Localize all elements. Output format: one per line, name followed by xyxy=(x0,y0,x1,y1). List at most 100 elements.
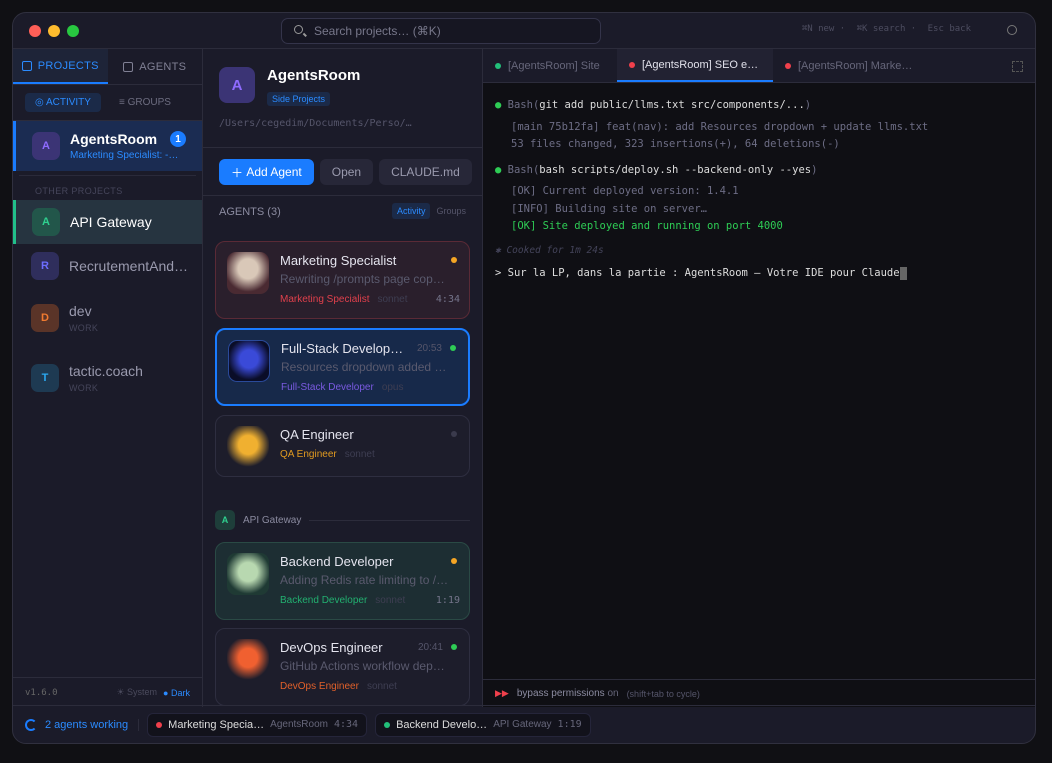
agent-name: DevOps Engineer xyxy=(280,640,383,655)
tab-label: [AgentsRoom] Marke… xyxy=(798,59,913,72)
running-agent-chip[interactable]: Marketing Specia… AgentsRoom 4:34 xyxy=(147,712,368,737)
agent-card[interactable]: QA Engineer QA Engineer sonnet xyxy=(215,415,470,477)
tab-projects[interactable]: PROJECTS xyxy=(13,49,108,84)
view-activity-toggle[interactable]: Activity xyxy=(391,203,431,219)
agent-role: Backend Developer xyxy=(280,595,368,606)
agent-timestamp: 20:41 xyxy=(417,642,443,653)
output-line: [INFO] Building site on server… xyxy=(511,202,707,215)
terminal-tab-active[interactable]: [AgentsRoom] SEO e… xyxy=(617,49,773,82)
agent-task: Adding Redis rate limiting to /… xyxy=(280,573,449,587)
project-name: dev xyxy=(69,303,92,319)
output-line: [OK] Current deployed version: 1.4.1 xyxy=(511,185,739,197)
agents-count-label: AGENTS (3) xyxy=(219,206,281,218)
agent-card[interactable]: Backend Developer Adding Redis rate limi… xyxy=(215,542,470,620)
search-icon xyxy=(294,25,303,34)
titlebar: Search projects… (⌘K) ⌘N new · ⌘K search… xyxy=(13,13,1035,49)
shortcut-hints: ⌘N new · ⌘K search · Esc back xyxy=(801,24,971,34)
agent-task: Resources dropdown added … xyxy=(281,360,447,374)
fast-forward-icon: ▶▶ xyxy=(495,688,509,698)
chip-time: 4:34 xyxy=(333,719,359,730)
subtab-label: GROUPS xyxy=(127,97,171,108)
running-agent-chip[interactable]: Backend Develo… API Gateway 1:19 xyxy=(375,712,591,737)
project-avatar: R xyxy=(31,252,59,280)
section-label: OTHER PROJECTS xyxy=(19,175,196,200)
status-dot xyxy=(451,257,457,263)
agent-name: QA Engineer xyxy=(280,427,354,442)
open-button[interactable]: Open xyxy=(319,159,374,185)
view-groups-toggle[interactable]: Groups xyxy=(436,203,466,219)
theme-dark[interactable]: ● Dark xyxy=(163,688,190,698)
version-label: v1.6.0 xyxy=(25,687,58,698)
output-line-success: [OK] Site deployed and running on port 4… xyxy=(511,220,783,232)
tool-name: Bash( xyxy=(507,99,540,111)
project-name: API Gateway xyxy=(70,214,152,230)
theme-dark-label: Dark xyxy=(170,687,190,698)
agent-role: DevOps Engineer xyxy=(280,681,359,692)
project-item[interactable]: R RecrutementAnd… xyxy=(13,244,202,288)
tab-label: PROJECTS xyxy=(37,59,99,72)
agent-task: GitHub Actions workflow dep… xyxy=(280,659,445,673)
notification-badge: 1 xyxy=(170,131,186,147)
minimize-button[interactable] xyxy=(48,25,60,37)
add-agent-button[interactable]: ＋ Add Agent xyxy=(219,159,314,185)
agent-card[interactable]: DevOps Engineer 20:41 GitHub Actions wor… xyxy=(215,628,470,706)
terminal-output[interactable]: ● Bash(git add public/llms.txt src/compo… xyxy=(483,83,1035,297)
tab-label: [AgentsRoom] Site xyxy=(508,59,600,72)
project-avatar: A xyxy=(219,67,255,103)
project-panel: A AgentsRoom Side Projects /Users/cegedi… xyxy=(203,49,483,707)
tab-agents[interactable]: AGENTS xyxy=(108,49,203,84)
agent-name: Full-Stack Develop… xyxy=(281,341,404,356)
project-tag: Side Projects xyxy=(267,92,331,106)
user-icon xyxy=(123,61,134,72)
project-name: AgentsRoom xyxy=(70,131,158,147)
agent-avatar xyxy=(227,252,269,294)
search-input[interactable]: Search projects… (⌘K) xyxy=(281,18,601,44)
settings-icon[interactable] xyxy=(1007,25,1017,35)
grid-icon xyxy=(21,60,32,71)
agent-role: Full-Stack Developer xyxy=(281,382,374,393)
tool-name: Bash( xyxy=(507,163,540,176)
status-dot xyxy=(785,62,791,69)
subtab-groups[interactable]: ≡ GROUPS xyxy=(109,93,181,112)
subtab-activity[interactable]: ◎ ACTIVITY xyxy=(25,93,101,112)
status-dot xyxy=(451,431,457,437)
prompt-input[interactable]: > Sur la LP, dans la partie : AgentsRoom… xyxy=(495,267,900,279)
add-agent-label: Add Agent xyxy=(246,165,302,179)
terminal-tab[interactable]: [AgentsRoom] Marke… xyxy=(773,49,929,82)
terminal-tab[interactable]: [AgentsRoom] Site xyxy=(483,49,617,82)
close-button[interactable] xyxy=(29,25,41,37)
agent-card-selected[interactable]: Full-Stack Develop… 20:53 Resources drop… xyxy=(215,328,470,406)
status-dot xyxy=(629,61,635,68)
status-dot xyxy=(495,62,501,69)
agent-timestamp: 20:53 xyxy=(416,343,442,354)
group-name: API Gateway xyxy=(243,514,302,526)
agent-role: QA Engineer xyxy=(280,449,337,460)
tab-label: AGENTS xyxy=(139,60,187,73)
agent-avatar xyxy=(227,426,269,468)
agent-name: Backend Developer xyxy=(280,554,394,569)
agent-elapsed: 1:19 xyxy=(435,595,460,606)
agents-working-label: 2 agents working xyxy=(45,718,140,731)
bypass-label: bypass permissions xyxy=(516,688,605,699)
maximize-button[interactable] xyxy=(67,25,79,37)
agent-card[interactable]: Marketing Specialist Rewriting /prompts … xyxy=(215,241,470,319)
agent-model: sonnet xyxy=(375,595,406,606)
tab-label: [AgentsRoom] SEO e… xyxy=(642,58,759,71)
project-item[interactable]: A API Gateway xyxy=(13,200,202,244)
project-group: WORK xyxy=(69,383,99,393)
output-line: [main 75b12fa] feat(nav): add Resources … xyxy=(511,120,929,133)
project-item[interactable]: Ttactic.coach WORK xyxy=(13,348,202,408)
cursor xyxy=(899,266,907,280)
layout-grid-icon[interactable] xyxy=(1012,61,1023,72)
project-item-agentsroom[interactable]: A AgentsRoom Marketing Specialist: -… 1 xyxy=(13,121,202,171)
project-activity: Marketing Specialist: -… xyxy=(70,150,179,161)
subtab-label: ACTIVITY xyxy=(45,97,91,108)
project-name: tactic.coach xyxy=(69,363,143,379)
status-dot xyxy=(451,644,457,650)
project-group: WORK xyxy=(69,323,99,333)
claude-md-button[interactable]: CLAUDE.md xyxy=(379,159,472,185)
project-title: AgentsRoom xyxy=(267,67,361,84)
theme-system[interactable]: ☀ System xyxy=(116,687,157,698)
project-item[interactable]: Ddev WORK xyxy=(13,288,202,348)
tool-command: bash scripts/deploy.sh --backend-only --… xyxy=(539,163,812,176)
